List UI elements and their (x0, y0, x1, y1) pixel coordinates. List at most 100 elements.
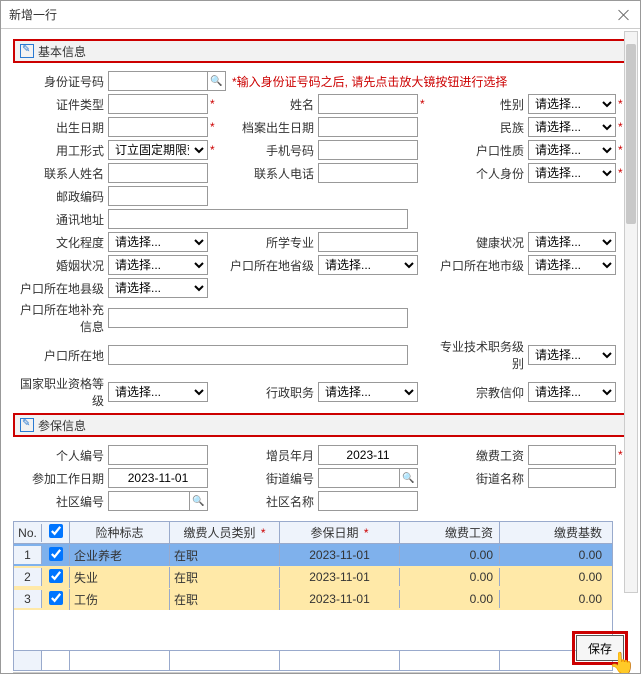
input-birth[interactable] (108, 117, 208, 137)
label-nation: 民族 (433, 119, 528, 136)
label-person-id: 个人身份 (433, 165, 528, 182)
cell-no: 2 (14, 568, 42, 586)
table-row[interactable]: 1企业养老在职2023-11-010.000.00 (14, 544, 612, 566)
save-button[interactable]: 保存 (576, 635, 624, 661)
row-checkbox[interactable] (49, 591, 63, 605)
label-edu: 文化程度 (13, 234, 108, 251)
basic-form: 身份证号码 *输入身份证号码之后, 请先点击放大镜按钮进行选择 证件类型* 姓名… (13, 71, 628, 409)
label-person-no: 个人编号 (13, 447, 108, 464)
input-hk-full[interactable] (108, 345, 408, 365)
select-occ-level[interactable]: 请选择... (108, 382, 208, 402)
select-emp-form[interactable]: 订立固定期限劳动合� (108, 140, 208, 160)
select-admin-level[interactable]: 请选择... (318, 382, 418, 402)
cell-cat: 在职 (170, 567, 280, 588)
label-religion: 宗教信仰 (433, 384, 528, 401)
label-contact-phone: 联系人电话 (223, 165, 318, 182)
table-body: 1企业养老在职2023-11-010.000.002失业在职2023-11-01… (14, 544, 612, 610)
select-gender[interactable]: 请选择... (528, 94, 616, 114)
cell-wage: 0.00 (400, 590, 500, 608)
input-salary-base[interactable] (528, 445, 616, 465)
cell-date: 2023-11-01 (280, 546, 400, 564)
input-contact-phone[interactable] (318, 163, 418, 183)
input-mobile[interactable] (318, 140, 418, 160)
cell-wage: 0.00 (400, 546, 500, 564)
select-person-id[interactable]: 请选择... (528, 163, 616, 183)
table-blank (14, 610, 612, 650)
section-basic-header: 基本信息 (13, 39, 628, 63)
scrollbar[interactable] (624, 31, 638, 593)
input-cert-type[interactable] (108, 94, 208, 114)
label-hk-full: 户口所在地 (13, 347, 108, 364)
input-idcard[interactable] (108, 71, 208, 91)
chk-all[interactable] (49, 524, 63, 538)
label-health: 健康状况 (433, 234, 528, 251)
label-contact-name: 联系人姓名 (13, 165, 108, 182)
select-nation[interactable]: 请选择... (528, 117, 616, 137)
select-hk-county[interactable]: 请选择... (108, 278, 208, 298)
select-tech-level[interactable]: 请选择... (528, 345, 616, 365)
th-wage[interactable]: 缴费工资 (400, 522, 500, 543)
th-base[interactable]: 缴费基数 (500, 522, 608, 543)
input-street-no[interactable] (318, 468, 400, 488)
input-postcode[interactable] (108, 186, 208, 206)
th-flag[interactable]: 险种标志 (70, 522, 170, 543)
input-add-ym[interactable] (318, 445, 418, 465)
input-comm-no[interactable] (108, 491, 190, 511)
insure-form: 个人编号 增员年月 缴费工资* 参加工作日期 街道编号 街道名称 社区编号 社区… (13, 445, 628, 511)
label-join-date: 参加工作日期 (13, 470, 108, 487)
select-edu[interactable]: 请选择... (108, 232, 208, 252)
input-join-date[interactable] (108, 468, 208, 488)
close-icon[interactable] (616, 7, 632, 23)
cell-chk (42, 545, 70, 566)
input-major[interactable] (318, 232, 418, 252)
input-comm-name[interactable] (318, 491, 418, 511)
label-tech-level: 专业技术职务级别 (433, 338, 528, 372)
input-contact-name[interactable] (108, 163, 208, 183)
cell-cat: 在职 (170, 545, 280, 566)
dialog-body: 基本信息 身份证号码 *输入身份证号码之后, 请先点击放大镜按钮进行选择 证件类… (1, 29, 640, 673)
cell-base: 0.00 (500, 568, 608, 586)
section-insure-header: 参保信息 (13, 413, 628, 437)
search-icon[interactable] (208, 71, 226, 91)
row-checkbox[interactable] (49, 547, 63, 561)
label-occ-level: 国家职业资格等级 (13, 375, 108, 409)
row-checkbox[interactable] (49, 569, 63, 583)
label-idcard: 身份证号码 (13, 73, 108, 90)
label-hk-city: 户口所在地市级 (433, 257, 528, 274)
cell-base: 0.00 (500, 590, 608, 608)
title-bar: 新增一行 (1, 1, 640, 29)
select-hk-city[interactable]: 请选择... (528, 255, 616, 275)
cell-flag: 工伤 (70, 589, 170, 610)
input-street-name[interactable] (528, 468, 616, 488)
table-row[interactable]: 3工伤在职2023-11-010.000.00 (14, 588, 612, 610)
label-comm-no: 社区编号 (13, 493, 108, 510)
table-row[interactable]: 2失业在职2023-11-010.000.00 (14, 566, 612, 588)
input-hk-extra[interactable] (108, 308, 408, 328)
label-name: 姓名 (223, 96, 318, 113)
label-add-ym: 增员年月 (223, 447, 318, 464)
th-cat[interactable]: 缴费人员类别 * (170, 522, 280, 543)
label-street-name: 街道名称 (433, 470, 528, 487)
input-addr[interactable] (108, 209, 408, 229)
select-health[interactable]: 请选择... (528, 232, 616, 252)
cell-cat: 在职 (170, 589, 280, 610)
cell-no: 1 (14, 546, 42, 564)
th-date[interactable]: 参保日期 * (280, 522, 400, 543)
dialog-window: 新增一行 基本信息 身份证号码 *输入身份证号码之后, 请先点击放大镜按钮进行选… (0, 0, 641, 674)
input-person-no[interactable] (108, 445, 208, 465)
cell-flag: 失业 (70, 567, 170, 588)
table-status: 共 3 行, 选中 3 行 (13, 672, 613, 673)
select-hk-type[interactable]: 请选择... (528, 140, 616, 160)
select-hk-prov[interactable]: 请选择... (318, 255, 418, 275)
label-hk-type: 户口性质 (433, 142, 528, 159)
table-header: No. 险种标志 缴费人员类别 * 参保日期 * 缴费工资 缴费基数 (14, 522, 612, 544)
th-check (42, 522, 70, 543)
scrollbar-thumb[interactable] (626, 44, 636, 224)
select-marriage[interactable]: 请选择... (108, 255, 208, 275)
input-file-birth[interactable] (318, 117, 418, 137)
select-religion[interactable]: 请选择... (528, 382, 616, 402)
input-name[interactable] (318, 94, 418, 114)
search-icon[interactable] (400, 468, 418, 488)
label-street-no: 街道编号 (223, 470, 318, 487)
search-icon[interactable] (190, 491, 208, 511)
